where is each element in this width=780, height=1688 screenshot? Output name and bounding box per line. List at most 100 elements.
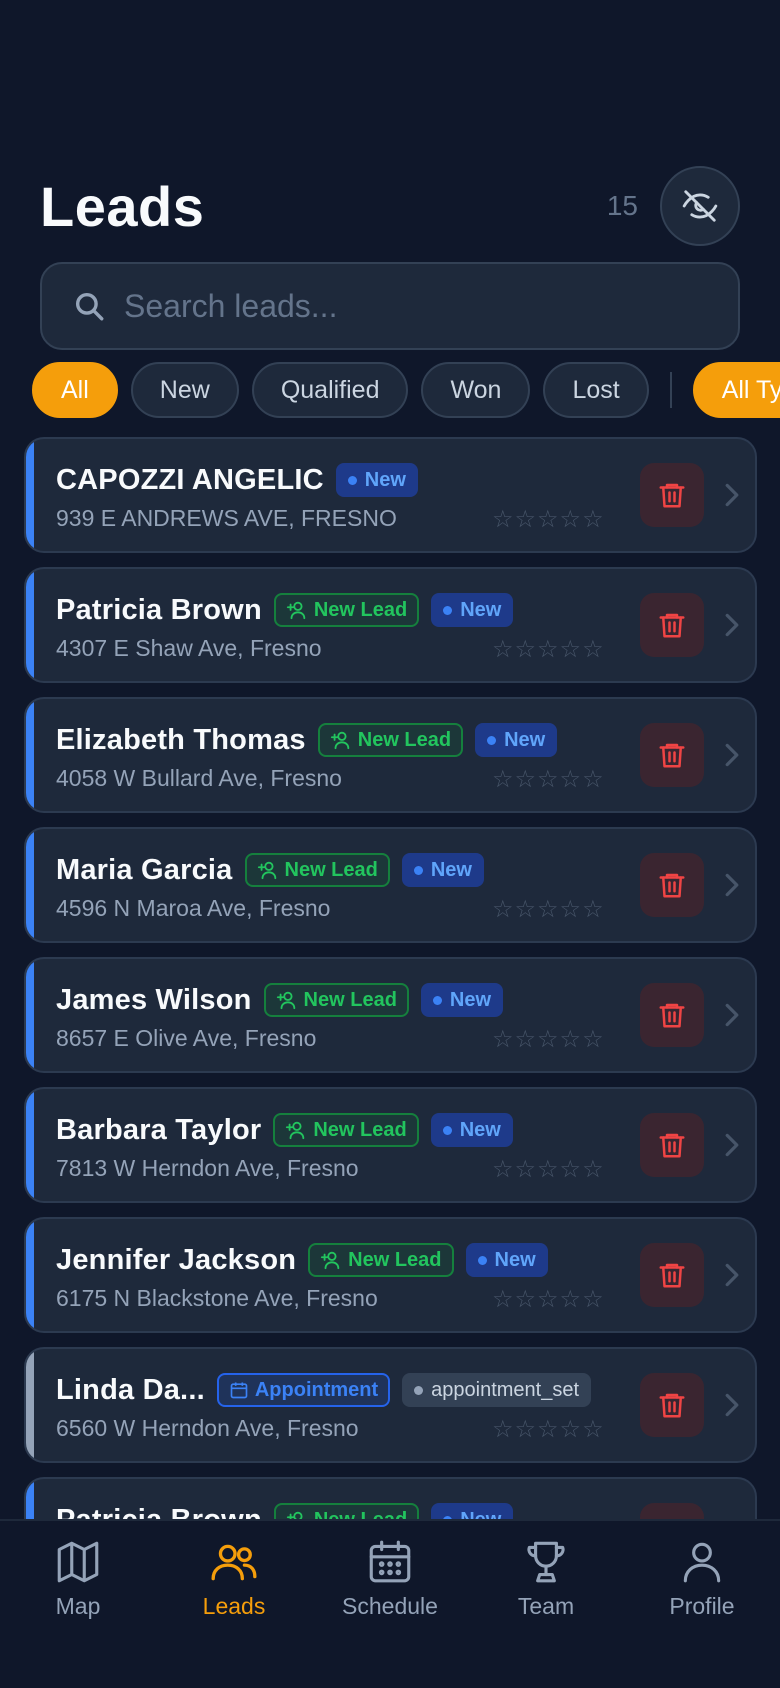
status-bar <box>26 829 34 941</box>
chevron-right-icon[interactable] <box>720 1129 744 1161</box>
star-rating[interactable]: ☆☆☆☆☆ <box>492 505 605 534</box>
badge-label: New Lead <box>284 858 378 881</box>
star-rating[interactable]: ☆☆☆☆☆ <box>492 895 605 924</box>
lead-list[interactable]: CAPOZZI ANGELIC New 939 E ANDREWS AVE, F… <box>24 437 757 1519</box>
filter-lost[interactable]: Lost <box>543 362 649 418</box>
delete-button[interactable] <box>640 1113 704 1177</box>
user-plus-icon <box>330 731 349 750</box>
status-bar <box>26 1349 34 1461</box>
star-rating[interactable]: ☆☆☆☆☆ <box>492 1285 605 1314</box>
nav-label-leads: Leads <box>202 1593 266 1619</box>
nav-item-profile[interactable]: Profile <box>637 1537 767 1688</box>
toggle-visibility-button[interactable] <box>660 166 740 246</box>
nav-item-leads[interactable]: Leads <box>169 1537 299 1688</box>
trash-icon <box>659 483 685 508</box>
status-bar <box>26 569 34 681</box>
lead-name: Elizabeth Thomas <box>56 723 306 756</box>
status-bar <box>26 1479 34 1519</box>
trash-icon <box>659 613 685 638</box>
star-rating[interactable]: ☆☆☆☆☆ <box>492 1415 605 1444</box>
star-rating[interactable]: ☆☆☆☆☆ <box>492 765 605 794</box>
user-plus-icon <box>286 601 306 620</box>
status-bar <box>26 1089 34 1201</box>
search-icon <box>75 292 104 321</box>
user-plus-icon <box>321 1251 340 1270</box>
chevron-right-icon[interactable] <box>720 1389 744 1421</box>
users-icon <box>211 1544 257 1581</box>
lead-name: Linda Da... <box>56 1373 205 1406</box>
lead-card[interactable]: Barbara Taylor New Lead New 7813 W Herndo… <box>24 1087 757 1203</box>
calendar-icon <box>369 1540 411 1583</box>
star-rating[interactable]: ☆☆☆☆☆ <box>492 1155 605 1184</box>
new-lead-badge: New Lead <box>273 1113 419 1147</box>
delete-button[interactable] <box>640 463 704 527</box>
status-dot <box>442 1125 452 1135</box>
status-label: New <box>430 858 472 881</box>
lead-card[interactable]: James Wilson New Lead New 8657 E Olive Av… <box>24 957 757 1073</box>
nav-item-map[interactable]: Map <box>13 1537 143 1688</box>
delete-button[interactable] <box>640 1503 704 1519</box>
chevron-right-icon[interactable] <box>720 869 744 901</box>
nav-item-team[interactable]: Team <box>481 1537 611 1688</box>
lead-card[interactable]: Jennifer Jackson New Lead New 6175 N Blac… <box>24 1217 757 1333</box>
badge-label: Appointment <box>254 1378 379 1401</box>
status-badge: New <box>475 723 558 757</box>
map-icon <box>57 1541 99 1583</box>
lead-card[interactable]: Maria Garcia New Lead New 4596 N Maroa Av… <box>24 827 757 943</box>
chevron-right-icon[interactable] <box>720 739 744 771</box>
trash-icon <box>659 1133 685 1158</box>
nav-label-profile: Profile <box>669 1593 735 1619</box>
status-badge: New <box>401 853 484 887</box>
status-label: New <box>460 598 502 621</box>
delete-button[interactable] <box>640 853 704 917</box>
lead-name-row: Patricia Brown New Lead New <box>56 1501 514 1519</box>
delete-button[interactable] <box>640 723 704 787</box>
trophy-icon <box>527 1541 565 1583</box>
lead-card[interactable]: Patricia Brown New LeadNew ☆☆☆☆☆ <box>24 1477 757 1519</box>
badge-label: New Lead <box>357 728 452 751</box>
status-label: New <box>364 468 406 491</box>
status-dot <box>477 1255 487 1265</box>
search-input[interactable] <box>124 287 738 325</box>
user-plus-icon <box>286 1511 303 1519</box>
status-label: New <box>459 1118 501 1141</box>
lead-card[interactable]: Elizabeth Thomas New Lead New 4058 W Bull… <box>24 697 757 813</box>
delete-button[interactable] <box>640 1243 704 1307</box>
nav-label-map: Map <box>55 1593 101 1619</box>
lead-name-row: Patricia Brown New Lead New <box>56 591 514 629</box>
filter-all[interactable]: All <box>32 362 118 418</box>
filter-won[interactable]: Won <box>421 362 531 418</box>
lead-name-row: James Wilson New Lead New <box>56 981 504 1019</box>
chevron-right-icon[interactable] <box>720 609 744 641</box>
lead-name-row: Barbara Taylor New Lead New <box>56 1111 513 1149</box>
chevron-right-icon[interactable] <box>720 1259 744 1291</box>
delete-button[interactable] <box>640 983 704 1047</box>
filter-qualified[interactable]: Qualified <box>251 362 409 418</box>
delete-button[interactable] <box>640 1373 704 1437</box>
lead-name-row: Linda Da... Appointment appointment_set <box>56 1371 592 1409</box>
nav-label-team: Team <box>517 1593 575 1619</box>
lead-address: 8657 E Olive Ave, Fresno <box>56 1025 317 1051</box>
lead-card[interactable]: CAPOZZI ANGELIC New 939 E ANDREWS AVE, F… <box>24 437 757 553</box>
trash-icon <box>659 873 685 898</box>
new-lead-badge: New Lead <box>273 1503 420 1519</box>
filter-all-types[interactable]: All Types <box>692 362 780 418</box>
lead-card[interactable]: Patricia Brown New Lead New 4307 E Shaw A… <box>24 567 757 683</box>
star-rating[interactable]: ☆☆☆☆☆ <box>492 1025 605 1054</box>
chevron-right-icon[interactable] <box>720 999 744 1031</box>
star-rating[interactable]: ☆☆☆☆☆ <box>492 635 605 664</box>
lead-name: James Wilson <box>56 983 252 1016</box>
delete-button[interactable] <box>640 593 704 657</box>
lead-card[interactable]: Linda Da... Appointment appointment_set 6… <box>24 1347 757 1463</box>
lead-count: 15 <box>606 190 638 221</box>
lead-address: 4307 E Shaw Ave, Fresno <box>56 635 322 661</box>
chevron-right-icon[interactable] <box>720 479 744 511</box>
filter-bar: All New Qualified Won Lost All Types <box>32 362 780 418</box>
search-bar[interactable] <box>40 262 740 350</box>
lead-name: CAPOZZI ANGELIC <box>56 463 324 496</box>
filter-new[interactable]: New <box>130 362 239 418</box>
status-dot <box>443 605 453 615</box>
nav-label-schedule: Schedule <box>342 1593 438 1619</box>
nav-item-schedule[interactable]: Schedule <box>325 1537 455 1688</box>
status-badge: New <box>431 593 514 627</box>
